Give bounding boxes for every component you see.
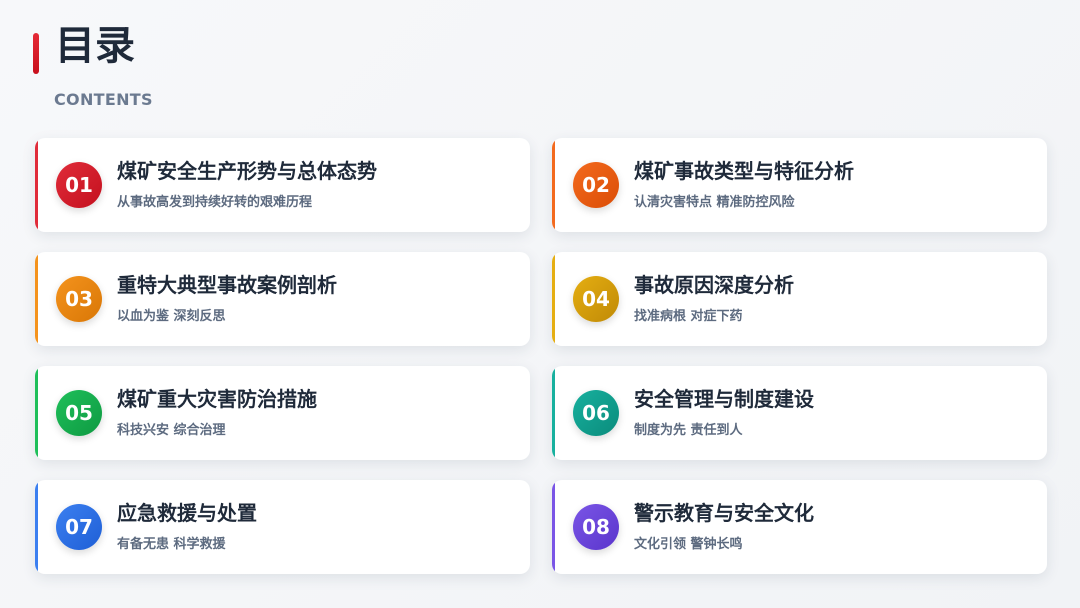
card-accent-bar [552,138,555,232]
card-accent-bar [552,480,555,574]
page-subtitle: CONTENTS [54,90,153,109]
toc-item-01[interactable]: 01 煤矿安全生产形势与总体态势 从事故高发到持续好转的艰难历程 [35,138,530,232]
card-accent-bar [552,252,555,346]
item-title: 事故原因深度分析 [634,273,794,297]
title-accent-bar [33,33,39,74]
item-title: 应急救援与处置 [117,501,257,525]
toc-item-04[interactable]: 04 事故原因深度分析 找准病根 对症下药 [552,252,1047,346]
toc-grid: 01 煤矿安全生产形势与总体态势 从事故高发到持续好转的艰难历程 02 煤矿事故… [35,138,1047,574]
item-title: 安全管理与制度建设 [634,387,814,411]
item-title: 重特大典型事故案例剖析 [117,273,337,297]
card-accent-bar [35,252,38,346]
item-title: 煤矿重大灾害防治措施 [117,387,317,411]
item-number-badge: 08 [573,504,619,550]
item-description: 以血为鉴 深刻反思 [117,309,226,324]
item-description: 有备无患 科学救援 [117,537,226,552]
card-accent-bar [35,138,38,232]
item-number-badge: 04 [573,276,619,322]
toc-item-07[interactable]: 07 应急救援与处置 有备无患 科学救援 [35,480,530,574]
item-number-badge: 05 [56,390,102,436]
toc-item-03[interactable]: 03 重特大典型事故案例剖析 以血为鉴 深刻反思 [35,252,530,346]
item-number-badge: 07 [56,504,102,550]
item-title: 煤矿事故类型与特征分析 [634,159,854,183]
item-description: 找准病根 对症下药 [634,309,743,324]
item-number-badge: 06 [573,390,619,436]
toc-item-06[interactable]: 06 安全管理与制度建设 制度为先 责任到人 [552,366,1047,460]
item-number-badge: 02 [573,162,619,208]
item-number-badge: 03 [56,276,102,322]
item-title: 警示教育与安全文化 [634,501,814,525]
item-description: 科技兴安 综合治理 [117,423,226,438]
toc-item-08[interactable]: 08 警示教育与安全文化 文化引领 警钟长鸣 [552,480,1047,574]
card-accent-bar [35,366,38,460]
item-description: 认清灾害特点 精准防控风险 [634,195,795,210]
item-number-badge: 01 [56,162,102,208]
page-title: 目录 [55,23,135,69]
item-description: 文化引领 警钟长鸣 [634,537,743,552]
item-description: 从事故高发到持续好转的艰难历程 [117,195,313,210]
toc-item-05[interactable]: 05 煤矿重大灾害防治措施 科技兴安 综合治理 [35,366,530,460]
item-title: 煤矿安全生产形势与总体态势 [117,159,377,183]
item-description: 制度为先 责任到人 [634,423,743,438]
card-accent-bar [552,366,555,460]
toc-item-02[interactable]: 02 煤矿事故类型与特征分析 认清灾害特点 精准防控风险 [552,138,1047,232]
card-accent-bar [35,480,38,574]
